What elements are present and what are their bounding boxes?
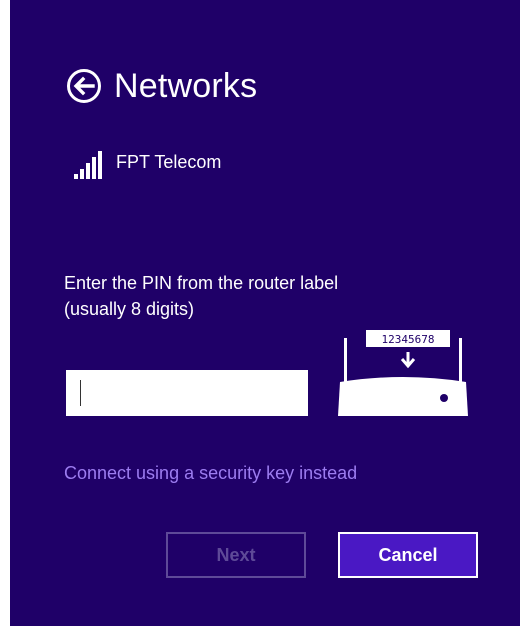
wifi-signal-bars-icon [74,151,102,179]
selected-network: FPT Telecom [72,150,221,180]
text-caret [80,380,81,406]
next-button[interactable]: Next [166,532,306,578]
pin-prompt: Enter the PIN from the router label (usua… [64,273,339,319]
pin-input[interactable] [66,370,308,416]
router-pin-sample: 12345678 [382,333,435,346]
page-title: Networks [114,67,258,105]
router-icon: 12345678 [338,330,468,416]
network-name: FPT Telecom [116,152,222,172]
network-flyout-panel: Networks FPT Telecom Enter the PIN from … [10,0,520,626]
security-key-link[interactable]: Connect using a security key instead [64,460,357,486]
back-arrow-icon[interactable] [66,68,102,104]
header: Networks [66,62,257,110]
cancel-button[interactable]: Cancel [338,532,478,578]
